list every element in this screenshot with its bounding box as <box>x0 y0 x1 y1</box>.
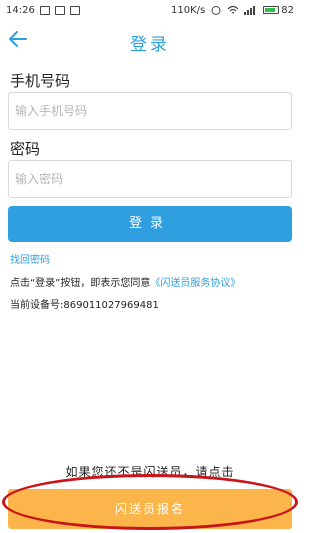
message-icon <box>54 5 65 15</box>
status-bar: 14:26 110K/s 82 <box>0 0 300 20</box>
battery-icon <box>263 6 280 14</box>
password-label: 密码 <box>10 140 41 158</box>
phone-input[interactable] <box>8 92 292 130</box>
page-title: 登录 <box>130 35 170 55</box>
agreement-prefix: 点击“登录”按钮，即表示您同意 <box>10 278 151 289</box>
device-label: 当前设备号: <box>10 300 64 311</box>
notification-icon <box>39 5 50 15</box>
status-left: 14:26 <box>6 5 80 16</box>
signal-icon <box>244 6 256 15</box>
battery-fill <box>265 8 276 12</box>
battery-percent: 82 <box>281 4 294 16</box>
alarm-icon <box>211 6 221 15</box>
status-time: 14:26 <box>6 4 35 16</box>
device-number: 当前设备号:869011027969481 <box>10 296 159 311</box>
agreement-text: 点击“登录”按钮，即表示您同意《闪送员服务协议》 <box>10 274 240 289</box>
phone-label: 手机号码 <box>10 72 71 90</box>
login-button[interactable]: 登录 <box>8 206 292 242</box>
network-speed: 110K/s <box>171 4 206 16</box>
download-icon <box>69 5 80 15</box>
nav-bar: 登录 <box>0 20 300 60</box>
battery-indicator: 82 <box>263 5 294 16</box>
password-input[interactable] <box>8 160 292 198</box>
status-right: 110K/s 82 <box>171 5 294 16</box>
agreement-link[interactable]: 《闪送员服务协议》 <box>150 278 240 289</box>
wifi-icon <box>227 5 239 14</box>
signup-hint: 如果您还不是闪送员，请点击 <box>65 465 235 479</box>
forgot-password-link[interactable]: 找回密码 <box>10 251 50 266</box>
device-value: 869011027969481 <box>63 300 159 311</box>
signup-button[interactable]: 闪送员报名 <box>8 489 292 529</box>
